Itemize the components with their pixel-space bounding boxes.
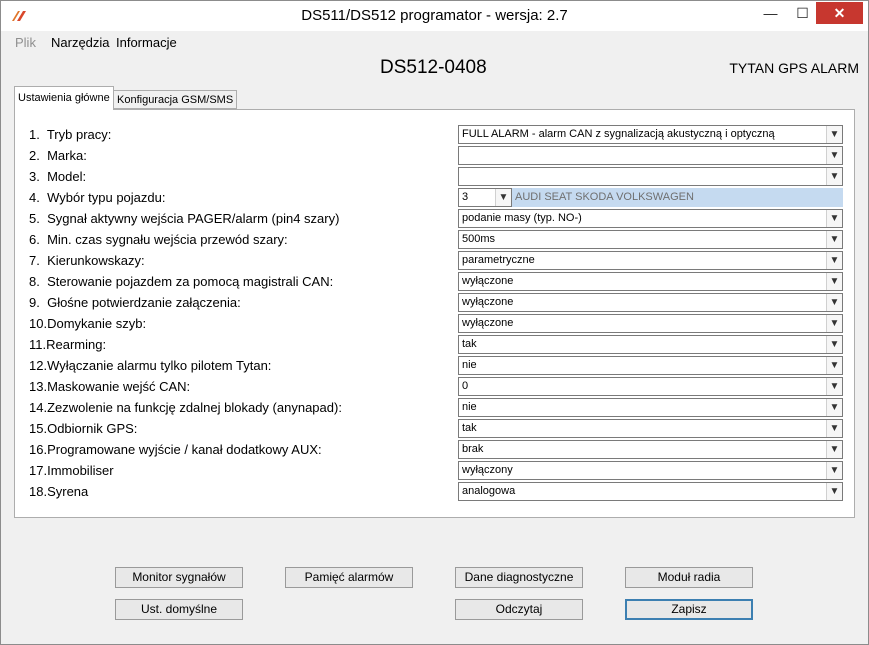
setting-label-8: 8. Sterowanie pojazdem za pomocą magistr…	[29, 274, 334, 289]
tab-gsm-sms[interactable]: Konfiguracja GSM/SMS	[113, 90, 238, 109]
chevron-down-icon[interactable]: ▼	[826, 336, 842, 353]
rearming-select[interactable]: tak ▼	[458, 335, 843, 354]
chevron-down-icon[interactable]: ▼	[826, 294, 842, 311]
make-select[interactable]: ▼	[458, 146, 843, 165]
chevron-down-icon[interactable]: ▼	[826, 168, 842, 185]
pager-signal-select[interactable]: podanie masy (typ. NO-) ▼	[458, 209, 843, 228]
diagnostics-button[interactable]: Dane diagnostyczne	[455, 567, 583, 588]
setting-label-12: 12.Wyłączanie alarmu tylko pilotem Tytan…	[29, 358, 272, 373]
setting-label-4: 4. Wybór typu pojazdu:	[29, 190, 166, 205]
tab-main-settings[interactable]: Ustawienia główne	[14, 86, 114, 110]
remote-block-value: nie	[462, 401, 477, 413]
can-control-select[interactable]: wyłączone ▼	[458, 272, 843, 291]
chevron-down-icon[interactable]: ▼	[826, 462, 842, 479]
chevron-down-icon[interactable]: ▼	[826, 315, 842, 332]
title-bar[interactable]: DS511/DS512 programator - wersja: 2.7 — …	[1, 1, 868, 31]
setting-label-14: 14.Zezwolenie na funkcję zdalnej blokady…	[29, 400, 342, 415]
mode-select[interactable]: FULL ALARM - alarm CAN z sygnalizacją ak…	[458, 125, 843, 144]
chevron-down-icon[interactable]: ▼	[826, 399, 842, 416]
indicators-value: parametryczne	[462, 254, 535, 266]
immobiliser-select[interactable]: wyłączony ▼	[458, 461, 843, 480]
loud-confirm-value: wyłączone	[462, 296, 514, 308]
vehicle-type-value: 3	[462, 191, 469, 203]
setting-label-5: 5. Sygnał aktywny wejścia PAGER/alarm (p…	[29, 211, 340, 226]
window-closing-select[interactable]: wyłączone ▼	[458, 314, 843, 333]
defaults-button[interactable]: Ust. domyślne	[115, 599, 243, 620]
signal-monitor-button[interactable]: Monitor sygnałów	[115, 567, 243, 588]
can-control-value: wyłączone	[462, 275, 514, 287]
close-button[interactable]: ✕	[816, 2, 863, 24]
siren-select[interactable]: analogowa ▼	[458, 482, 843, 501]
chevron-down-icon[interactable]: ▼	[826, 441, 842, 458]
chevron-down-icon[interactable]: ▼	[826, 483, 842, 500]
chevron-down-icon[interactable]: ▼	[826, 231, 842, 248]
menu-tools[interactable]: Narzędzia	[51, 35, 110, 50]
brand-label: TYTAN GPS ALARM	[729, 60, 859, 76]
vehicle-type-select[interactable]: 3 ▼	[458, 188, 512, 207]
remote-only-disarm-value: nie	[462, 359, 477, 371]
mode-value: FULL ALARM - alarm CAN z sygnalizacją ak…	[462, 128, 775, 140]
setting-label-11: 11.Rearming:	[29, 337, 107, 352]
chevron-down-icon[interactable]: ▼	[826, 357, 842, 374]
setting-label-16: 16.Programowane wyjście / kanał dodatkow…	[29, 442, 322, 457]
radio-module-button[interactable]: Moduł radia	[625, 567, 753, 588]
maximize-button[interactable]: ☐	[789, 2, 816, 24]
can-mask-value: 0	[462, 380, 469, 392]
chevron-down-icon[interactable]: ▼	[826, 273, 842, 290]
setting-label-1: 1. Tryb pracy:	[29, 127, 112, 142]
model-select[interactable]: ▼	[458, 167, 843, 186]
setting-label-13: 13.Maskowanie wejść CAN:	[29, 379, 191, 394]
chevron-down-icon[interactable]: ▼	[826, 126, 842, 143]
setting-label-9: 9. Głośne potwierdzanie załączenia:	[29, 295, 241, 310]
setting-label-10: 10.Domykanie szyb:	[29, 316, 147, 331]
chevron-down-icon[interactable]: ▼	[826, 252, 842, 269]
minimize-button[interactable]: —	[757, 2, 784, 24]
setting-label-7: 7. Kierunkowskazy:	[29, 253, 145, 268]
chevron-down-icon[interactable]: ▼	[826, 147, 842, 164]
can-mask-select[interactable]: 0 ▼	[458, 377, 843, 396]
chevron-down-icon[interactable]: ▼	[826, 420, 842, 437]
chevron-down-icon[interactable]: ▼	[826, 210, 842, 227]
immobiliser-value: wyłączony	[462, 464, 513, 476]
setting-label-6: 6. Min. czas sygnału wejścia przewód sza…	[29, 232, 288, 247]
pager-signal-value: podanie masy (typ. NO-)	[462, 212, 582, 224]
setting-label-18: 18.Syrena	[29, 484, 89, 499]
settings-panel: 1. Tryb pracy: 2. Marka: 3. Model: 4. Wy…	[14, 109, 855, 518]
rearming-value: tak	[462, 338, 477, 350]
remote-block-select[interactable]: nie ▼	[458, 398, 843, 417]
app-window: DS511/DS512 programator - wersja: 2.7 — …	[0, 0, 869, 645]
chevron-down-icon[interactable]: ▼	[495, 189, 511, 206]
min-signal-time-select[interactable]: 500ms ▼	[458, 230, 843, 249]
chevron-down-icon[interactable]: ▼	[826, 378, 842, 395]
setting-label-17: 17.Immobiliser	[29, 463, 114, 478]
alarm-memory-button[interactable]: Pamięć alarmów	[285, 567, 413, 588]
vehicle-type-description: AUDI SEAT SKODA VOLKSWAGEN	[512, 188, 843, 207]
aux-output-value: brak	[462, 443, 484, 455]
aux-output-select[interactable]: brak ▼	[458, 440, 843, 459]
siren-value: analogowa	[462, 485, 516, 497]
setting-label-15: 15.Odbiornik GPS:	[29, 421, 138, 436]
save-button[interactable]: Zapisz	[625, 599, 753, 620]
read-button[interactable]: Odczytaj	[455, 599, 583, 620]
remote-only-disarm-select[interactable]: nie ▼	[458, 356, 843, 375]
setting-label-3: 3. Model:	[29, 169, 87, 184]
min-signal-time-value: 500ms	[462, 233, 496, 245]
setting-label-2: 2. Marka:	[29, 148, 87, 163]
menu-file[interactable]: Plik	[15, 35, 36, 50]
menu-info[interactable]: Informacje	[116, 35, 177, 50]
gps-receiver-value: tak	[462, 422, 477, 434]
window-closing-value: wyłączone	[462, 317, 514, 329]
gps-receiver-select[interactable]: tak ▼	[458, 419, 843, 438]
loud-confirm-select[interactable]: wyłączone ▼	[458, 293, 843, 312]
window-title: DS511/DS512 programator - wersja: 2.7	[301, 7, 568, 24]
device-title: DS512-0408	[380, 57, 487, 78]
menu-bar: Plik Narzędzia Informacje	[1, 32, 868, 52]
indicators-select[interactable]: parametryczne ▼	[458, 251, 843, 270]
